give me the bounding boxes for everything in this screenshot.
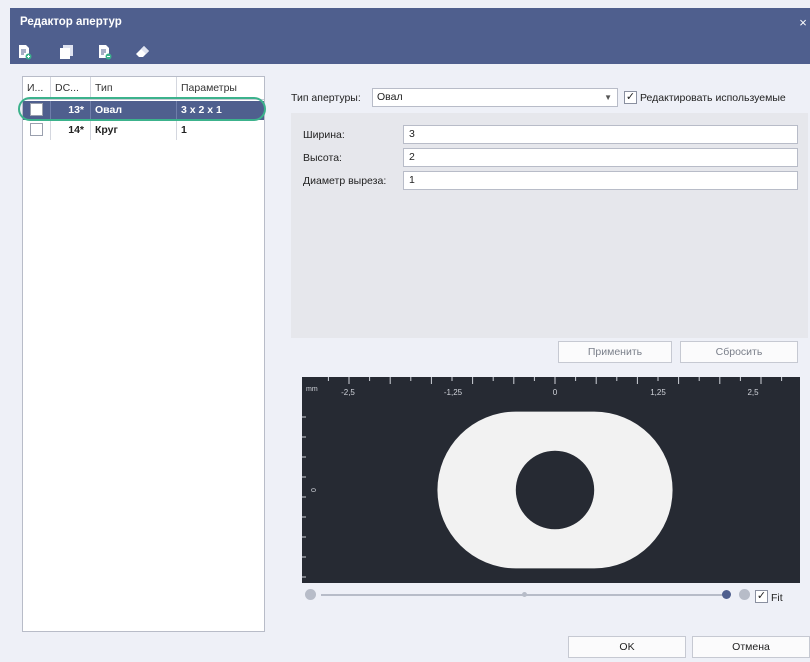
zoom-slider-thumb[interactable] xyxy=(722,590,731,599)
ruler-tick-label: 0 xyxy=(553,388,558,397)
aperture-preview: mm -2,5 -1,25 0 1,25 2,5 0 xyxy=(302,377,800,583)
cutout-diameter-label: Диаметр выреза: xyxy=(303,175,387,187)
remove-document-icon[interactable] xyxy=(96,43,114,61)
params-cell: 1 xyxy=(181,124,187,136)
aperture-type-label: Тип апертуры: xyxy=(291,92,361,104)
edit-used-checkbox[interactable]: ✓ xyxy=(624,91,637,104)
close-icon[interactable]: × xyxy=(796,15,810,30)
apply-button[interactable]: Применить xyxy=(558,341,672,363)
parameters-panel xyxy=(291,113,808,338)
chevron-down-icon[interactable]: ▼ xyxy=(604,89,612,106)
aperture-type-select[interactable]: Овал ▼ xyxy=(372,88,618,107)
type-cell: Овал xyxy=(91,101,177,120)
aperture-shape xyxy=(437,411,673,569)
cutout-diameter-field[interactable]: 1 xyxy=(403,171,798,190)
row-checkbox[interactable] xyxy=(30,103,43,116)
zoom-out-icon[interactable] xyxy=(305,589,316,600)
aperture-table: И... DC... Тип Параметры 13* Овал 3 x 2 … xyxy=(22,76,265,632)
aperture-type-value: Овал xyxy=(377,91,403,103)
zoom-in-icon[interactable] xyxy=(739,589,750,600)
ruler-tick-label: -2,5 xyxy=(341,388,355,397)
column-header-dcode[interactable]: DC... xyxy=(51,77,91,99)
dcode-cell: 13* xyxy=(51,101,91,120)
row-checkbox[interactable] xyxy=(30,123,43,136)
fit-label: Fit xyxy=(771,592,783,604)
row-checkbox-cell xyxy=(23,121,51,140)
edit-used-label: Редактировать используемые xyxy=(640,92,786,104)
row-checkbox-cell xyxy=(23,101,51,120)
cancel-button[interactable]: Отмена xyxy=(692,636,810,658)
zoom-slider-midpoint xyxy=(522,592,527,597)
preview-canvas: mm -2,5 -1,25 0 1,25 2,5 0 xyxy=(302,377,783,578)
width-label: Ширина: xyxy=(303,129,345,141)
column-header-index[interactable]: И... xyxy=(23,77,51,99)
title-bar: Редактор апертур × xyxy=(10,8,810,64)
eraser-icon[interactable] xyxy=(134,43,152,61)
fit-checkbox[interactable]: ✓ xyxy=(755,590,768,603)
type-cell: Круг xyxy=(91,121,177,140)
height-label: Высота: xyxy=(303,152,342,164)
window-title: Редактор апертур xyxy=(20,16,122,28)
table-row[interactable]: 14* Круг 1 xyxy=(23,121,264,140)
height-field[interactable]: 2 xyxy=(403,148,798,167)
ok-button[interactable]: OK xyxy=(568,636,686,658)
copy-icon[interactable] xyxy=(58,43,76,61)
column-header-params[interactable]: Параметры xyxy=(177,77,264,99)
params-cell: 3 x 2 x 1 xyxy=(181,104,222,116)
reset-button[interactable]: Сбросить xyxy=(680,341,798,363)
add-document-icon[interactable] xyxy=(16,43,34,61)
column-header-type[interactable]: Тип xyxy=(91,77,177,99)
ruler-tick-label: 2,5 xyxy=(747,388,759,397)
dcode-cell: 14* xyxy=(51,121,91,140)
y-ruler-label: 0 xyxy=(311,488,318,492)
table-header: И... DC... Тип Параметры xyxy=(23,77,264,100)
ruler-tick-label: -1,25 xyxy=(444,388,463,397)
ruler-tick-label: 1,25 xyxy=(650,388,666,397)
width-field[interactable]: 3 xyxy=(403,125,798,144)
unit-label: mm xyxy=(306,386,318,393)
table-row[interactable]: 13* Овал 3 x 2 x 1 xyxy=(23,101,264,120)
